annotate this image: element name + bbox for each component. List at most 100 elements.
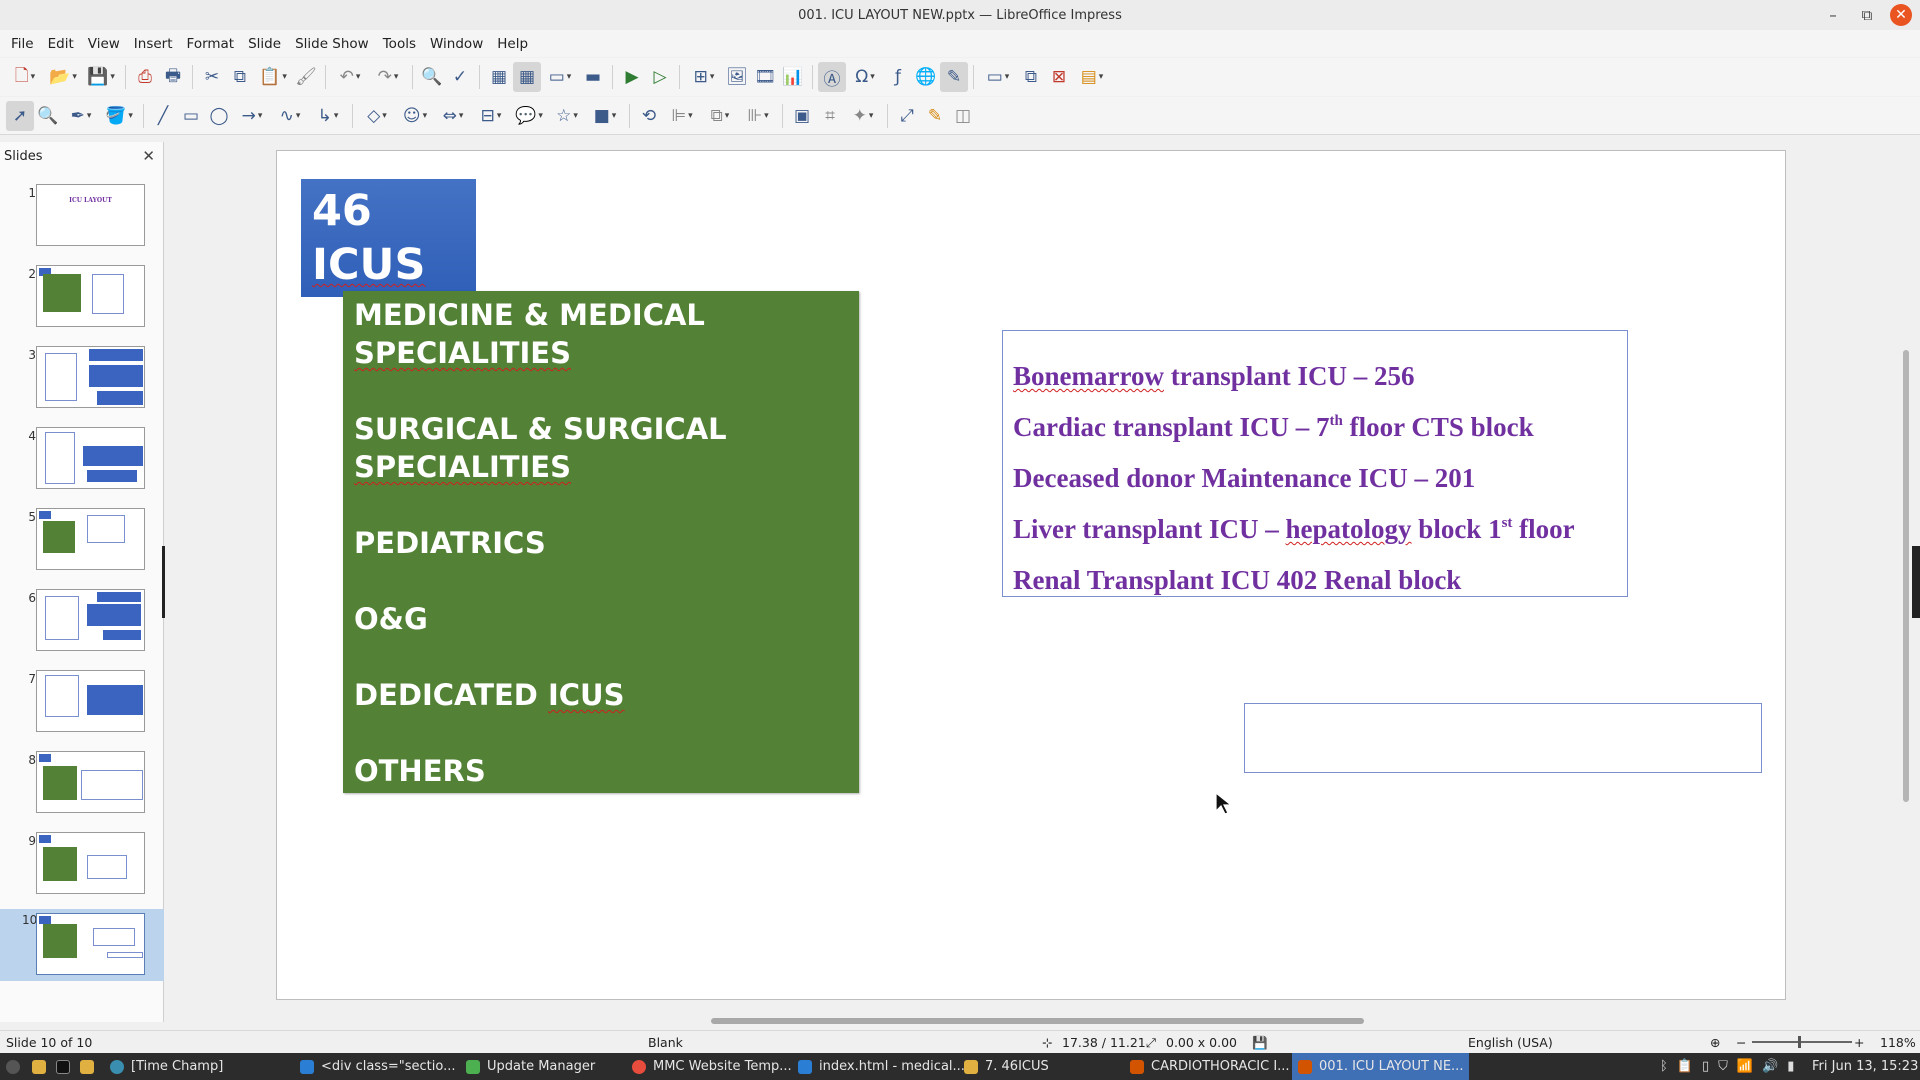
taskbar-item-vscode-section[interactable]: <div class="sectio... (300, 1053, 455, 1080)
insert-text-box-icon[interactable]: Ⓐ (818, 62, 846, 92)
curves-icon[interactable]: ∿ (271, 101, 309, 131)
ellipse-icon[interactable]: ◯ (205, 101, 233, 131)
menu-tools[interactable]: Tools (376, 36, 423, 52)
slide-thumbnail-6[interactable]: 6 (0, 589, 164, 661)
taskbar-item-cardiothoracic[interactable]: CARDIOTHORACIC I... (1130, 1053, 1290, 1080)
wifi-icon[interactable]: 📶 (1737, 1059, 1753, 1074)
insert-table-icon[interactable]: ⊞ (685, 62, 723, 92)
insert-media-icon[interactable]: 🎞 (751, 62, 779, 92)
menu-format[interactable]: Format (180, 36, 242, 52)
slide-thumbnail-4[interactable]: 4 (0, 427, 164, 499)
connectors-icon[interactable]: ↳ (309, 101, 347, 131)
slide-thumbnail-10[interactable]: 10 (0, 909, 164, 981)
export-pdf-icon[interactable]: ⎙ (131, 62, 159, 92)
save-icon[interactable]: 💾 (82, 62, 120, 92)
fill-color-icon[interactable]: 🪣 (100, 101, 138, 131)
redo-icon[interactable]: ↷ (369, 62, 407, 92)
undo-icon[interactable]: ↶ (331, 62, 369, 92)
icu-categories-box[interactable]: MEDICINE & MEDICAL SPECIALITIES SURGICAL… (343, 291, 859, 793)
show-draw-functions-icon[interactable]: ✎ (940, 62, 968, 92)
lines-arrows-icon[interactable]: → (233, 101, 271, 131)
folder-icon[interactable] (80, 1053, 101, 1080)
new-document-icon[interactable]: 🗋 (6, 62, 44, 92)
volume-icon[interactable]: 🔊 (1762, 1059, 1778, 1074)
spelling-icon[interactable]: ✓ (446, 62, 474, 92)
taskbar-item-time-champ[interactable]: [Time Champ] (110, 1053, 223, 1080)
collapse-sidebar-handle[interactable] (1912, 546, 1920, 618)
layout-status[interactable]: Blank (648, 1035, 683, 1050)
helplines-icon[interactable]: ▦ (513, 62, 541, 92)
slide-10[interactable]: 46 ICUS MEDICINE & MEDICAL SPECIALITIES … (276, 150, 1786, 1000)
icus-count-box[interactable]: 46 ICUS (301, 179, 476, 297)
horizontal-scrollbar[interactable] (711, 1018, 1364, 1024)
delete-slide-icon[interactable]: ⊠ (1045, 62, 1073, 92)
master-slide-icon[interactable]: ▬ (579, 62, 607, 92)
slide-thumbnail-2[interactable]: 2 (0, 265, 164, 337)
menu-slide-show[interactable]: Slide Show (288, 36, 376, 52)
insert-chart-icon[interactable]: 📊 (779, 62, 807, 92)
zoom-out-icon[interactable]: − (1736, 1035, 1746, 1050)
crop-image-icon[interactable]: ⌗ (816, 101, 844, 131)
zoom-slider-handle[interactable] (1798, 1036, 1801, 1048)
menu-slide[interactable]: Slide (241, 36, 288, 52)
taskbar-item-impress-active[interactable]: 001. ICU LAYOUT NE... (1292, 1053, 1470, 1080)
line-icon[interactable]: ╱ (149, 101, 177, 131)
document-modified-icon[interactable]: 💾 (1252, 1035, 1268, 1051)
points-icon[interactable]: ⤢ (893, 101, 921, 131)
menu-file[interactable]: File (4, 36, 41, 52)
slide-thumbnail-9[interactable]: 9 (0, 832, 164, 904)
clock[interactable]: Fri Jun 13, 15:23 (1812, 1059, 1918, 1074)
glue-points-icon[interactable]: ✎ (921, 101, 949, 131)
menu-insert[interactable]: Insert (127, 36, 180, 52)
insert-image-icon[interactable]: 🖼 (723, 62, 751, 92)
fit-slide-icon[interactable]: ⊕ (1710, 1035, 1720, 1050)
start-current-slide-icon[interactable]: ▷ (646, 62, 674, 92)
hyperlink-icon[interactable]: 🌐 (912, 62, 940, 92)
display-views-icon[interactable]: ▭ (541, 62, 579, 92)
select-pointer-icon[interactable]: ➚ (6, 100, 34, 131)
print-icon[interactable]: 🖶 (159, 62, 187, 92)
flowchart-icon[interactable]: ⊟ (472, 101, 510, 131)
clipboard-icon[interactable]: 📋 (1677, 1059, 1693, 1074)
taskbar-item-46icus-folder[interactable]: 7. 46ICUS (964, 1053, 1049, 1080)
fontwork-icon[interactable]: ƒ (884, 62, 912, 92)
find-replace-icon[interactable]: 🔍 (418, 62, 446, 92)
shadow-icon[interactable]: ▣ (788, 101, 816, 131)
menu-edit[interactable]: Edit (41, 36, 81, 52)
bluetooth-icon[interactable]: ᛒ (1660, 1059, 1668, 1074)
close-pane-icon[interactable]: ✕ (142, 147, 155, 165)
rectangle-icon[interactable]: ▭ (177, 101, 205, 131)
cut-icon[interactable]: ✂ (198, 62, 226, 92)
display-grid-icon[interactable]: ▦ (485, 62, 513, 92)
language-status[interactable]: English (USA) (1468, 1035, 1553, 1050)
battery-icon[interactable]: ▯ (1702, 1059, 1709, 1074)
clone-formatting-icon[interactable]: 🖌 (292, 62, 320, 92)
callouts-icon[interactable]: 💬 (510, 101, 548, 131)
menu-view[interactable]: View (81, 36, 127, 52)
zoom-level[interactable]: 118% (1880, 1035, 1916, 1050)
line-color-icon[interactable]: ✒ (62, 101, 100, 131)
toggle-extrusion-icon[interactable]: ◫ (949, 101, 977, 131)
distribute-icon[interactable]: ⊪ (739, 101, 777, 131)
taskbar-item-update-manager[interactable]: Update Manager (466, 1053, 595, 1080)
new-slide-icon[interactable]: ▭ (979, 62, 1017, 92)
minimize-button[interactable]: – (1816, 6, 1850, 24)
basic-shapes-icon[interactable]: ◇ (358, 101, 396, 131)
stars-icon[interactable]: ☆ (548, 101, 586, 131)
taskbar-item-chrome[interactable]: MMC Website Temp... (632, 1053, 792, 1080)
slide-thumbnail-5[interactable]: 5 (0, 508, 164, 580)
align-objects-icon[interactable]: ⊫ (663, 101, 701, 131)
block-arrows-icon[interactable]: ⇔ (434, 101, 472, 131)
copy-icon[interactable]: ⧉ (226, 62, 254, 92)
vertical-scrollbar[interactable] (1903, 350, 1909, 802)
duplicate-slide-icon[interactable]: ⧉ (1017, 62, 1045, 92)
shield-icon[interactable]: ⛉ (1718, 1059, 1728, 1074)
menu-window[interactable]: Window (423, 36, 490, 52)
3d-objects-icon[interactable]: ■ (586, 101, 624, 131)
empty-text-box[interactable] (1244, 703, 1762, 773)
open-folder-icon[interactable]: 📂 (44, 62, 82, 92)
arrange-icon[interactable]: ⧉ (701, 101, 739, 131)
zoom-pan-icon[interactable]: 🔍 (34, 101, 62, 131)
slide-thumbnail-3[interactable]: 3 (0, 346, 164, 418)
rotate-icon[interactable]: ⟲ (635, 101, 663, 131)
